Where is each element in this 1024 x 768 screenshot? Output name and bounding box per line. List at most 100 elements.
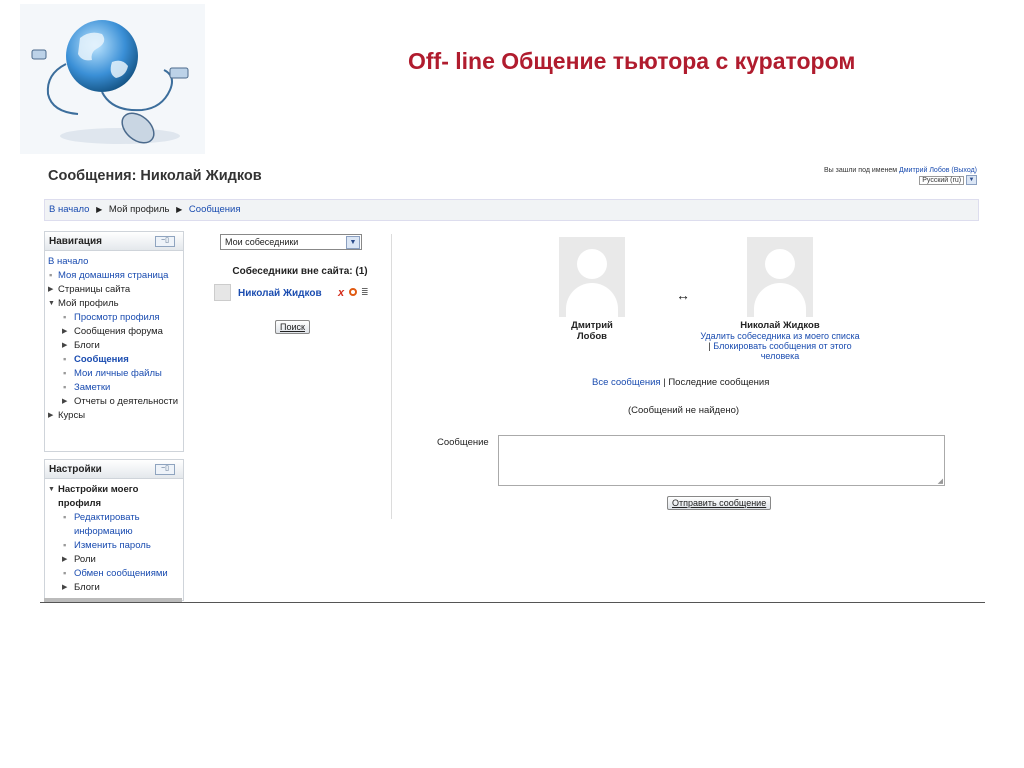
- settings-item-profile[interactable]: ▼ Настройки моего профиля: [48, 483, 181, 511]
- user-avatar-icon: [214, 284, 231, 301]
- message-label: Сообщение: [437, 437, 489, 448]
- page-heading: Сообщения: Николай Жидков: [48, 168, 262, 184]
- login-prefix: Вы зашли под именем: [823, 167, 898, 174]
- block-scrollbar[interactable]: [44, 598, 182, 602]
- expand-right-icon: ▶: [62, 584, 68, 591]
- search-button[interactable]: Поиск: [275, 320, 310, 334]
- navigation-block: Навигация −▯ В начало ▪ Моя домашняя стра…: [44, 231, 184, 452]
- settings-block-header: Настройки −▯: [45, 460, 183, 479]
- triangle-right-icon: ▶: [96, 205, 103, 214]
- link-separator: |: [708, 341, 711, 351]
- bullet-icon: ▪: [63, 368, 67, 379]
- contact-row: Николай Жидков x ≣: [214, 284, 390, 302]
- nav-item-site-pages[interactable]: ▶ Страницы сайта: [48, 283, 181, 297]
- message-history-icon[interactable]: ≣: [361, 287, 369, 298]
- expand-right-icon: ▶: [62, 328, 68, 335]
- contacts-select-value: Мои собеседники: [225, 237, 299, 247]
- settings-item-edit-info[interactable]: ▪ Редактировать информацию: [48, 511, 181, 539]
- nav-item-blogs[interactable]: ▶ Блоги: [48, 339, 181, 353]
- navigation-block-title: Навигация: [49, 236, 102, 247]
- breadcrumb-messages[interactable]: Сообщения: [189, 204, 241, 215]
- nav-item-label: Сообщения: [74, 354, 129, 365]
- settings-item-roles[interactable]: ▶ Роли: [48, 553, 181, 567]
- expand-right-icon: ▶: [48, 412, 54, 419]
- bullet-icon: ▪: [63, 312, 67, 323]
- settings-item-label: Редактировать информацию: [74, 512, 140, 537]
- language-select[interactable]: Русский (ru): [919, 176, 965, 185]
- settings-item-label: Роли: [74, 554, 96, 565]
- triangle-right-icon: ▶: [176, 205, 183, 214]
- collapse-down-icon: ▼: [48, 486, 55, 493]
- nav-item-view-profile[interactable]: ▪ Просмотр профиля: [48, 311, 181, 325]
- nav-item-my-home[interactable]: ▪ Моя домашняя страница: [48, 269, 181, 283]
- send-message-button[interactable]: Отправить сообщение: [667, 496, 772, 510]
- nav-item-label: Сообщения форума: [74, 326, 163, 337]
- nav-item-forum-posts[interactable]: ▶ Сообщения форума: [48, 325, 181, 339]
- nav-item-label: Мой профиль: [58, 298, 119, 309]
- block-dock-icon[interactable]: −▯: [155, 464, 175, 475]
- block-dock-icon[interactable]: −▯: [155, 236, 175, 247]
- settings-item-label: Блоги: [74, 582, 100, 593]
- login-info: Вы зашли под именем Дмитрий Лобов (Выход…: [823, 167, 977, 186]
- contacts-column: Мои собеседники ▼ Собеседники вне сайта:…: [214, 234, 390, 334]
- globe-network-logo: [20, 4, 205, 154]
- nav-item-my-profile[interactable]: ▼ Мой профиль: [48, 297, 181, 311]
- all-messages-link[interactable]: Все сообщения: [592, 377, 661, 388]
- search-button-label: Поиск: [280, 322, 305, 332]
- user-avatar-icon: [559, 237, 625, 317]
- nav-item-label: Страницы сайта: [58, 284, 131, 295]
- logout-link[interactable]: (Выход): [951, 167, 977, 174]
- bullet-icon: ▪: [49, 270, 53, 281]
- breadcrumb-profile[interactable]: Мой профиль: [109, 204, 170, 215]
- settings-item-label: Настройки моего профиля: [58, 484, 139, 509]
- breadcrumb-home[interactable]: В начало: [49, 204, 89, 215]
- slide-title: Off- line Общение тьютора с куратором: [408, 48, 856, 74]
- send-button-label: Отправить сообщение: [672, 498, 767, 508]
- nav-item-label: Заметки: [74, 382, 111, 393]
- bullet-icon: ▪: [63, 568, 67, 579]
- remove-contact-icon[interactable]: x: [338, 287, 344, 299]
- settings-item-change-password[interactable]: ▪ Изменить пароль: [48, 539, 181, 553]
- settings-item-messaging[interactable]: ▪ Обмен сообщениями: [48, 567, 181, 581]
- settings-item-label: Обмен сообщениями: [74, 568, 168, 579]
- block-contact-link[interactable]: Блокировать сообщения от этого человека: [713, 341, 851, 361]
- expand-right-icon: ▶: [48, 286, 54, 293]
- me-user-name[interactable]: Дмитрий Лобов: [557, 320, 627, 342]
- settings-item-label: Изменить пароль: [74, 540, 151, 551]
- user-avatar-icon: [747, 237, 813, 317]
- nav-item-messages[interactable]: ▪ Сообщения: [48, 353, 181, 367]
- block-contact-icon[interactable]: [349, 288, 357, 296]
- bullet-icon: ▪: [63, 540, 67, 551]
- nav-item-notes[interactable]: ▪ Заметки: [48, 381, 181, 395]
- no-messages-text: (Сообщений не найдено): [628, 405, 740, 416]
- message-filter: Все сообщения | Последние сообщения: [592, 377, 769, 388]
- chevron-down-icon[interactable]: ▼: [966, 175, 977, 186]
- chevron-down-icon[interactable]: ▼: [346, 236, 360, 249]
- contact-name-link[interactable]: Николай Жидков: [238, 288, 322, 299]
- remove-contact-link[interactable]: Удалить собеседника из моего списка: [700, 331, 859, 341]
- settings-block-title: Настройки: [49, 464, 102, 475]
- other-user-name[interactable]: Николай Жидков: [700, 320, 860, 331]
- nav-item-label: В начало: [48, 256, 89, 267]
- expand-right-icon: ▶: [62, 398, 68, 405]
- nav-item-courses[interactable]: ▶ Курсы: [48, 409, 181, 423]
- offline-contacts-heading: Собеседники вне сайта: (1): [232, 266, 368, 277]
- nav-item-label: Моя домашняя страница: [58, 270, 169, 281]
- resize-grip-icon[interactable]: ◢: [938, 477, 943, 485]
- login-user-link[interactable]: Дмитрий Лобов: [899, 167, 949, 174]
- nav-item-label: Блоги: [74, 340, 100, 351]
- message-textarea[interactable]: ◢: [498, 435, 945, 486]
- nav-item-label: Курсы: [58, 410, 86, 421]
- bullet-icon: ▪: [63, 512, 67, 523]
- nav-item-label: Просмотр профиля: [74, 312, 160, 323]
- nav-item-activity-reports[interactable]: ▶ Отчеты о деятельности: [48, 395, 181, 409]
- bullet-icon: ▪: [63, 354, 67, 365]
- nav-item-label: Отчеты о деятельности: [74, 396, 179, 407]
- double-arrow-icon: ↔: [676, 287, 690, 303]
- me-user-card: Дмитрий Лобов: [557, 237, 627, 342]
- nav-item-home[interactable]: В начало: [48, 255, 181, 269]
- nav-item-private-files[interactable]: ▪ Мои личные файлы: [48, 367, 181, 381]
- settings-item-blogs[interactable]: ▶ Блоги: [48, 581, 181, 595]
- navigation-tree: В начало ▪ Моя домашняя страница ▶ Страниц…: [45, 251, 183, 427]
- contacts-select[interactable]: Мои собеседники ▼: [220, 234, 362, 250]
